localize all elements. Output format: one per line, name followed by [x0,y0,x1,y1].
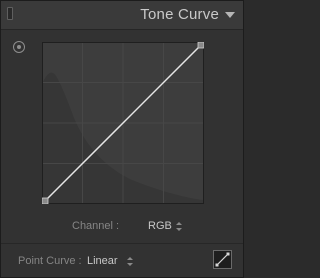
channel-select[interactable]: RGB [148,220,172,232]
channel-row: Channel : RGB [1,217,243,235]
triangle-down-icon[interactable] [225,12,235,18]
panel-title: Tone Curve [140,6,219,23]
edit-point-curve-icon[interactable] [213,250,232,269]
point-curve-row: Point Curve : Linear [1,247,243,273]
point-curve-select[interactable]: Linear [87,255,118,267]
panel-switch-icon[interactable] [7,7,13,20]
target-adjustment-icon[interactable] [13,41,25,53]
divider [1,243,243,244]
point-curve-label: Point Curve : [18,255,82,267]
edit-point-curve-glyph [215,252,230,267]
point-curve-stepper-icon[interactable] [127,257,133,266]
channel-label: Channel : [72,220,120,232]
curve-point-white[interactable] [197,42,204,49]
curve-point-black[interactable] [42,197,49,204]
tone-curve-panel: Tone Curve Channel : RGB Point Curve : L… [0,0,244,278]
tone-curve-graph[interactable] [42,42,204,204]
panel-header[interactable]: Tone Curve [1,1,243,30]
channel-stepper-icon[interactable] [176,222,182,231]
